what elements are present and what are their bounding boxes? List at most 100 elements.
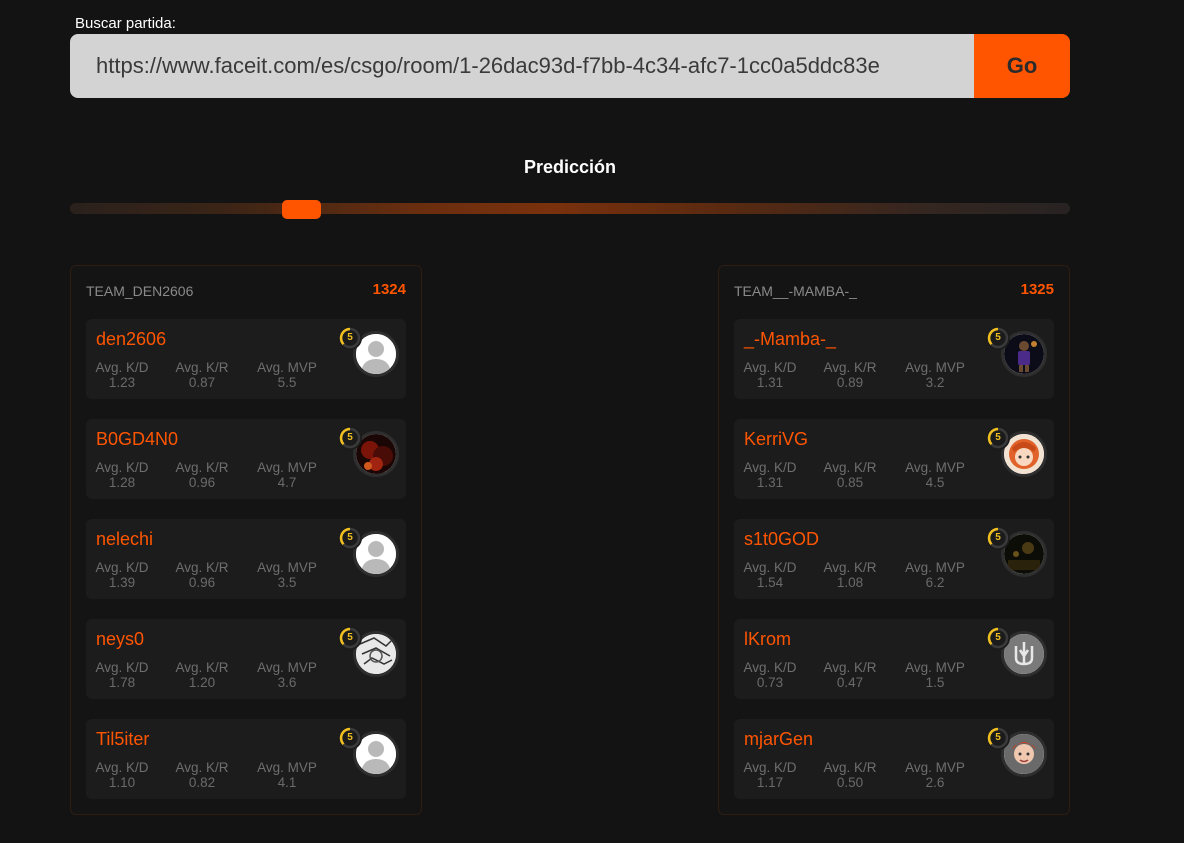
stat-mvp: Avg. MVP 2.6 xyxy=(900,760,970,790)
player-card[interactable]: neys0 Avg. K/D 1.78 Avg. K/R 1.20 Avg. MVP 3.6… xyxy=(86,619,406,699)
stat-kd: Avg. K/D 1.54 xyxy=(735,560,805,590)
player-name[interactable]: lKrom xyxy=(744,629,791,650)
prediction-slider-thumb[interactable] xyxy=(282,200,321,219)
player-name[interactable]: _-Mamba-_ xyxy=(744,329,836,350)
stat-mvp-value: 3.6 xyxy=(277,675,297,690)
stat-kd-label: Avg. K/D xyxy=(743,660,797,675)
skill-level-icon: 5 xyxy=(986,726,1010,750)
stat-kr-value: 1.08 xyxy=(836,575,864,590)
stat-mvp: Avg. MVP 4.1 xyxy=(252,760,322,790)
stat-kd: Avg. K/D 0.73 xyxy=(735,660,805,690)
team-panel-left: TEAM_DEN2606 1324 den2606 Avg. K/D 1.23 Avg… xyxy=(70,265,422,815)
stat-kr-value: 0.85 xyxy=(836,475,864,490)
match-url-input[interactable] xyxy=(70,34,974,98)
stat-kd-value: 1.39 xyxy=(108,575,136,590)
stat-kd-label: Avg. K/D xyxy=(743,560,797,575)
player-name[interactable]: mjarGen xyxy=(744,729,813,750)
search-bar: Go xyxy=(70,34,1070,98)
skill-level-value: 5 xyxy=(347,532,353,543)
stat-kd-label: Avg. K/D xyxy=(743,760,797,775)
skill-level-value: 5 xyxy=(347,632,353,643)
player-name[interactable]: neys0 xyxy=(96,629,144,650)
stat-mvp-value: 5.5 xyxy=(277,375,297,390)
stat-kr-value: 0.96 xyxy=(188,575,216,590)
stat-kr: Avg. K/R 0.47 xyxy=(815,660,885,690)
stat-mvp: Avg. MVP 3.2 xyxy=(900,360,970,390)
stat-mvp: Avg. MVP 3.5 xyxy=(252,560,322,590)
skill-level-value: 5 xyxy=(995,332,1001,343)
player-card[interactable]: lKrom Avg. K/D 0.73 Avg. K/R 0.47 Avg. MVP 1.5… xyxy=(734,619,1054,699)
player-card[interactable]: B0GD4N0 Avg. K/D 1.28 Avg. K/R 0.96 Avg. MVP 4… xyxy=(86,419,406,499)
stat-kr-value: 0.89 xyxy=(836,375,864,390)
stat-kr: Avg. K/R 0.50 xyxy=(815,760,885,790)
stat-mvp-label: Avg. MVP xyxy=(257,760,317,775)
skill-level-icon: 5 xyxy=(338,726,362,750)
stat-kd: Avg. K/D 1.78 xyxy=(87,660,157,690)
stat-kr-label: Avg. K/R xyxy=(823,560,877,575)
stat-mvp-label: Avg. MVP xyxy=(905,460,965,475)
player-name[interactable]: nelechi xyxy=(96,529,153,550)
stat-mvp-label: Avg. MVP xyxy=(257,560,317,575)
player-name[interactable]: KerriVG xyxy=(744,429,808,450)
stat-kd: Avg. K/D 1.39 xyxy=(87,560,157,590)
go-button[interactable]: Go xyxy=(974,34,1070,98)
stat-kd-value: 0.73 xyxy=(756,675,784,690)
stat-mvp: Avg. MVP 4.7 xyxy=(252,460,322,490)
stat-kr: Avg. K/R 1.20 xyxy=(167,660,237,690)
player-card[interactable]: KerriVG Avg. K/D 1.31 Avg. K/R 0.85 Avg. MVP 4… xyxy=(734,419,1054,499)
skill-level-value: 5 xyxy=(995,732,1001,743)
stat-mvp: Avg. MVP 1.5 xyxy=(900,660,970,690)
stat-kr: Avg. K/R 0.87 xyxy=(167,360,237,390)
skill-level-icon: 5 xyxy=(986,426,1010,450)
player-card[interactable]: den2606 Avg. K/D 1.23 Avg. K/R 0.87 Avg. MVP 5… xyxy=(86,319,406,399)
player-name[interactable]: s1t0GOD xyxy=(744,529,819,550)
stat-mvp-label: Avg. MVP xyxy=(257,660,317,675)
prediction-title: Predicción xyxy=(523,157,617,177)
team-name: TEAM__-MAMBA-_ xyxy=(734,283,857,299)
player-card[interactable]: Til5iter Avg. K/D 1.10 Avg. K/R 0.82 Avg. MVP… xyxy=(86,719,406,799)
stat-kr-value: 0.47 xyxy=(836,675,864,690)
stat-mvp-value: 3.2 xyxy=(925,375,945,390)
stat-mvp-label: Avg. MVP xyxy=(905,360,965,375)
stat-mvp-value: 6.2 xyxy=(925,575,945,590)
stat-kd-value: 1.10 xyxy=(108,775,136,790)
skill-level-icon: 5 xyxy=(986,526,1010,550)
stat-kd: Avg. K/D 1.31 xyxy=(735,460,805,490)
stat-mvp-value: 1.5 xyxy=(925,675,945,690)
stat-kr-label: Avg. K/R xyxy=(823,760,877,775)
stat-kd-label: Avg. K/D xyxy=(95,560,149,575)
stat-kr: Avg. K/R 0.96 xyxy=(167,460,237,490)
stat-kr-value: 0.96 xyxy=(188,475,216,490)
stat-mvp-label: Avg. MVP xyxy=(905,760,965,775)
team-elo: 1325 xyxy=(1020,281,1054,298)
skill-level-icon: 5 xyxy=(338,526,362,550)
player-card[interactable]: s1t0GOD Avg. K/D 1.54 Avg. K/R 1.08 Avg. MVP 6… xyxy=(734,519,1054,599)
stat-kr-label: Avg. K/R xyxy=(823,660,877,675)
stat-kd: Avg. K/D 1.17 xyxy=(735,760,805,790)
team-elo: 1324 xyxy=(372,281,406,298)
player-card[interactable]: _-Mamba-_ Avg. K/D 1.31 Avg. K/R 0.89 Avg. MV… xyxy=(734,319,1054,399)
player-name[interactable]: Til5iter xyxy=(96,729,149,750)
stat-kd-value: 1.31 xyxy=(756,475,784,490)
stat-kd: Avg. K/D 1.10 xyxy=(87,760,157,790)
stat-mvp: Avg. MVP 5.5 xyxy=(252,360,322,390)
stat-kr: Avg. K/R 0.96 xyxy=(167,560,237,590)
stat-mvp: Avg. MVP 6.2 xyxy=(900,560,970,590)
stat-kd-label: Avg. K/D xyxy=(95,760,149,775)
stat-kr-label: Avg. K/R xyxy=(823,460,877,475)
skill-level-value: 5 xyxy=(347,432,353,443)
stat-kd-value: 1.23 xyxy=(108,375,136,390)
stat-mvp-label: Avg. MVP xyxy=(257,460,317,475)
stat-mvp: Avg. MVP 3.6 xyxy=(252,660,322,690)
player-name[interactable]: den2606 xyxy=(96,329,166,350)
player-card[interactable]: nelechi Avg. K/D 1.39 Avg. K/R 0.96 Avg. MVP 3… xyxy=(86,519,406,599)
prediction-slider-track[interactable] xyxy=(70,203,1070,214)
player-card[interactable]: mjarGen Avg. K/D 1.17 Avg. K/R 0.50 Avg. MVP 2… xyxy=(734,719,1054,799)
stat-kd-label: Avg. K/D xyxy=(95,460,149,475)
stat-kd-label: Avg. K/D xyxy=(743,460,797,475)
stat-kd-value: 1.54 xyxy=(756,575,784,590)
skill-level-value: 5 xyxy=(995,432,1001,443)
player-name[interactable]: B0GD4N0 xyxy=(96,429,178,450)
stat-kd: Avg. K/D 1.31 xyxy=(735,360,805,390)
stat-kr-value: 0.50 xyxy=(836,775,864,790)
